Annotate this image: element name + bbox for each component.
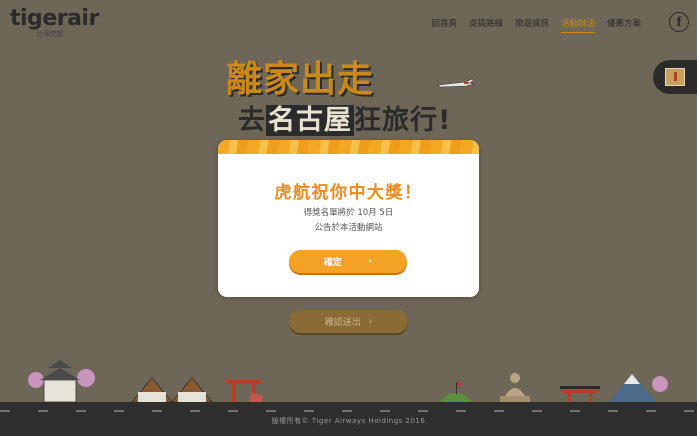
modal-message-line2: 公告於本活動網站: [314, 223, 383, 233]
modal-title: 虎航祝你中大獎！: [274, 183, 423, 203]
modal-message-line1: 得獎名單將於 10月 5日: [303, 208, 394, 218]
buddha-statue-illustration: [500, 373, 530, 404]
nav-home[interactable]: 回首頁: [431, 17, 457, 33]
result-modal: 虎航祝你中大獎！ 得獎名單將於 10月 5日 公告於本活動網站 確定 ›: [218, 140, 479, 297]
main-nav: 回首頁 虎搞路線 旅遊資訊 活動辦法 優惠方案: [431, 17, 641, 33]
nav-routes[interactable]: 虎搞路線: [469, 17, 503, 33]
hero-title: 離家出走 去名古屋狂旅行!: [0, 48, 697, 140]
hero-line2: 去名古屋狂旅行!: [238, 98, 451, 137]
confirm-button[interactable]: 確定 ›: [289, 250, 407, 273]
footer-copyright: 版權所有© Tiger Airways Holdings 2016: [271, 417, 426, 425]
nav-promotions[interactable]: 優惠方案: [607, 17, 641, 33]
chevron-right-icon: ›: [368, 316, 373, 327]
nav-event-rules[interactable]: 活動辦法: [560, 17, 595, 33]
hero-line2-highlight: 名古屋: [266, 105, 354, 136]
logo-wordmark: tigerair: [10, 6, 99, 31]
castle-illustration: [28, 360, 95, 403]
hero-line1: 離家出走: [226, 59, 375, 100]
landmark-scenery: [28, 360, 668, 406]
road-dashes: [0, 410, 697, 412]
tigerair-logo[interactable]: tigerair 台灣虎航: [10, 8, 99, 39]
confirm-button-label: 確定: [323, 258, 342, 268]
airplane-icon: [437, 78, 475, 88]
hero-line2-post: 狂旅行!: [354, 105, 452, 136]
chevron-right-icon: ›: [367, 256, 373, 267]
submit-button-label: 確認送出: [324, 318, 361, 328]
hero-line2-pre: 去: [238, 105, 266, 136]
modal-tiger-stripe: [218, 140, 479, 154]
nav-travel-info[interactable]: 旅遊資訊: [515, 17, 549, 33]
facebook-icon[interactable]: f: [669, 12, 689, 32]
gassho-houses-illustration: [131, 377, 213, 403]
submit-button[interactable]: 確認送出 ›: [289, 310, 408, 333]
logo-subtitle: 台灣虎航: [36, 30, 64, 38]
